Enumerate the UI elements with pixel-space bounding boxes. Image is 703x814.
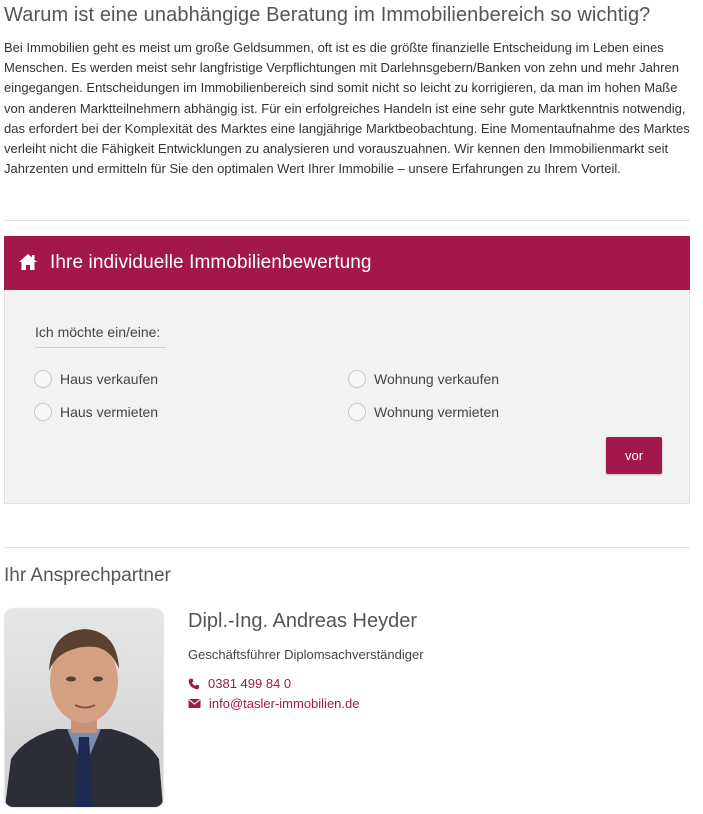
option-haus-verkaufen[interactable]: Haus verkaufen	[34, 370, 158, 388]
radio-button[interactable]	[34, 370, 52, 388]
valuation-panel-header: Ihre individuelle Immobilienbewertung	[4, 236, 690, 290]
valuation-panel-title: Ihre individuelle Immobilienbewertung	[50, 252, 372, 273]
option-wohnung-verkaufen[interactable]: Wohnung verkaufen	[348, 370, 499, 388]
option-wohnung-vermieten[interactable]: Wohnung vermieten	[348, 403, 499, 421]
phone-icon	[188, 678, 200, 689]
option-haus-vermieten[interactable]: Haus vermieten	[34, 403, 158, 421]
contact-role: Geschäftsführer Diplomsachverständiger	[188, 647, 424, 662]
option-label: Wohnung verkaufen	[374, 371, 500, 387]
phone-number[interactable]: 0381 499 84 0	[208, 676, 291, 691]
contact-photo	[5, 609, 163, 807]
intro-paragraph: Bei Immobilien geht es meist um große Ge…	[4, 40, 690, 177]
divider	[4, 220, 690, 221]
email-link[interactable]: info@tasler-immobilien.de	[209, 696, 359, 711]
question-label: Ich möchte ein/eine:	[35, 324, 167, 348]
section-heading: Warum ist eine unabhängige Beratung im I…	[4, 4, 651, 26]
valuation-form: Ich möchte ein/eine: Haus verkaufen Wohn…	[4, 290, 690, 504]
option-label: Haus verkaufen	[60, 371, 159, 387]
radio-button[interactable]	[348, 403, 366, 421]
option-label: Wohnung vermieten	[374, 404, 500, 420]
home-icon	[18, 253, 38, 271]
radio-button[interactable]	[34, 403, 52, 421]
radio-button[interactable]	[348, 370, 366, 388]
valuation-panel: Ihre individuelle Immobilienbewertung Ic…	[4, 236, 690, 504]
option-label: Haus vermieten	[60, 404, 159, 420]
contact-phone: 0381 499 84 0	[188, 676, 291, 691]
envelope-icon	[188, 699, 201, 708]
next-button[interactable]: vor	[606, 437, 662, 474]
contact-heading: Ihr Ansprechpartner	[4, 565, 171, 586]
contact-name: Dipl.-Ing. Andreas Heyder	[188, 610, 418, 632]
contact-email: info@tasler-immobilien.de	[188, 696, 359, 711]
divider	[4, 547, 690, 548]
